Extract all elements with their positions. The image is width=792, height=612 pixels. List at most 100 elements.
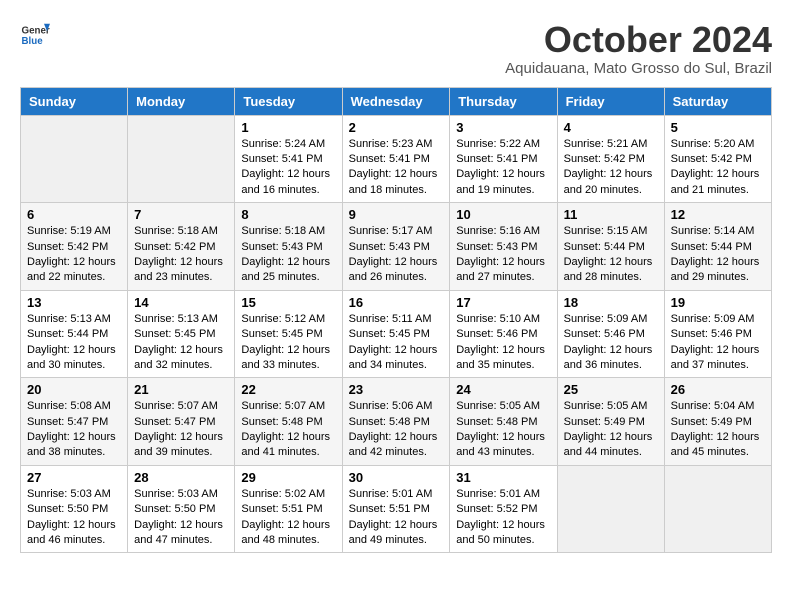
day-number: 22 xyxy=(241,382,335,397)
cell-content: Sunrise: 5:13 AM Sunset: 5:44 PM Dayligh… xyxy=(27,312,121,374)
day-number: 19 xyxy=(671,295,765,310)
cell-content: Sunrise: 5:07 AM Sunset: 5:47 PM Dayligh… xyxy=(134,399,228,461)
day-number: 17 xyxy=(456,295,550,310)
calendar-cell: 10 Sunrise: 5:16 AM Sunset: 5:43 PM Dayli… xyxy=(450,203,557,291)
cell-content: Sunrise: 5:16 AM Sunset: 5:43 PM Dayligh… xyxy=(456,224,550,286)
cell-content: Sunrise: 5:15 AM Sunset: 5:44 PM Dayligh… xyxy=(564,224,658,286)
cell-content: Sunrise: 5:01 AM Sunset: 5:51 PM Dayligh… xyxy=(349,487,444,549)
day-number: 6 xyxy=(27,207,121,222)
calendar-cell: 20 Sunrise: 5:08 AM Sunset: 5:47 PM Dayli… xyxy=(21,378,128,466)
cell-content: Sunrise: 5:09 AM Sunset: 5:46 PM Dayligh… xyxy=(671,312,765,374)
day-number: 11 xyxy=(564,207,658,222)
day-number: 9 xyxy=(349,207,444,222)
calendar-cell: 23 Sunrise: 5:06 AM Sunset: 5:48 PM Dayli… xyxy=(342,378,450,466)
calendar-cell: 2 Sunrise: 5:23 AM Sunset: 5:41 PM Daylig… xyxy=(342,115,450,203)
cell-content: Sunrise: 5:12 AM Sunset: 5:45 PM Dayligh… xyxy=(241,312,335,374)
day-number: 27 xyxy=(27,470,121,485)
cell-content: Sunrise: 5:09 AM Sunset: 5:46 PM Dayligh… xyxy=(564,312,658,374)
calendar-cell: 7 Sunrise: 5:18 AM Sunset: 5:42 PM Daylig… xyxy=(128,203,235,291)
day-number: 4 xyxy=(564,120,658,135)
calendar-cell: 3 Sunrise: 5:22 AM Sunset: 5:41 PM Daylig… xyxy=(450,115,557,203)
day-number: 21 xyxy=(134,382,228,397)
location-subtitle: Aquidauana, Mato Grosso do Sul, Brazil xyxy=(505,60,772,77)
cell-content: Sunrise: 5:22 AM Sunset: 5:41 PM Dayligh… xyxy=(456,137,550,199)
cell-content: Sunrise: 5:08 AM Sunset: 5:47 PM Dayligh… xyxy=(27,399,121,461)
calendar-cell xyxy=(128,115,235,203)
calendar-cell: 1 Sunrise: 5:24 AM Sunset: 5:41 PM Daylig… xyxy=(235,115,342,203)
calendar-cell: 26Sunrise: 5:04 AM Sunset: 5:49 PM Dayli… xyxy=(664,378,771,466)
logo-icon: General Blue xyxy=(20,20,50,50)
day-number: 25 xyxy=(564,382,658,397)
calendar-body: 1 Sunrise: 5:24 AM Sunset: 5:41 PM Daylig… xyxy=(21,115,772,553)
calendar-table: SundayMondayTuesdayWednesdayThursdayFrid… xyxy=(20,87,772,554)
calendar-cell xyxy=(664,465,771,553)
calendar-day-header: Tuesday xyxy=(235,87,342,115)
day-number: 20 xyxy=(27,382,121,397)
calendar-week-row: 13Sunrise: 5:13 AM Sunset: 5:44 PM Dayli… xyxy=(21,290,772,378)
calendar-cell: 18 Sunrise: 5:09 AM Sunset: 5:46 PM Dayli… xyxy=(557,290,664,378)
calendar-cell: 11 Sunrise: 5:15 AM Sunset: 5:44 PM Dayli… xyxy=(557,203,664,291)
calendar-cell: 9 Sunrise: 5:17 AM Sunset: 5:43 PM Daylig… xyxy=(342,203,450,291)
day-number: 5 xyxy=(671,120,765,135)
calendar-cell: 16 Sunrise: 5:11 AM Sunset: 5:45 PM Dayli… xyxy=(342,290,450,378)
cell-content: Sunrise: 5:02 AM Sunset: 5:51 PM Dayligh… xyxy=(241,487,335,549)
day-number: 10 xyxy=(456,207,550,222)
cell-content: Sunrise: 5:20 AM Sunset: 5:42 PM Dayligh… xyxy=(671,137,765,199)
day-number: 1 xyxy=(241,120,335,135)
day-number: 7 xyxy=(134,207,228,222)
calendar-cell: 15Sunrise: 5:12 AM Sunset: 5:45 PM Dayli… xyxy=(235,290,342,378)
cell-content: Sunrise: 5:03 AM Sunset: 5:50 PM Dayligh… xyxy=(27,487,121,549)
cell-content: Sunrise: 5:11 AM Sunset: 5:45 PM Dayligh… xyxy=(349,312,444,374)
calendar-cell: 30Sunrise: 5:01 AM Sunset: 5:51 PM Dayli… xyxy=(342,465,450,553)
calendar-day-header: Friday xyxy=(557,87,664,115)
calendar-cell: 4 Sunrise: 5:21 AM Sunset: 5:42 PM Daylig… xyxy=(557,115,664,203)
cell-content: Sunrise: 5:19 AM Sunset: 5:42 PM Dayligh… xyxy=(27,224,121,286)
svg-text:Blue: Blue xyxy=(22,36,44,47)
day-number: 28 xyxy=(134,470,228,485)
cell-content: Sunrise: 5:18 AM Sunset: 5:43 PM Dayligh… xyxy=(241,224,335,286)
calendar-cell: 24Sunrise: 5:05 AM Sunset: 5:48 PM Dayli… xyxy=(450,378,557,466)
day-number: 31 xyxy=(456,470,550,485)
day-number: 16 xyxy=(349,295,444,310)
cell-content: Sunrise: 5:24 AM Sunset: 5:41 PM Dayligh… xyxy=(241,137,335,199)
calendar-day-header: Thursday xyxy=(450,87,557,115)
day-number: 2 xyxy=(349,120,444,135)
calendar-week-row: 6 Sunrise: 5:19 AM Sunset: 5:42 PM Daylig… xyxy=(21,203,772,291)
calendar-cell: 8Sunrise: 5:18 AM Sunset: 5:43 PM Daylig… xyxy=(235,203,342,291)
calendar-day-header: Sunday xyxy=(21,87,128,115)
day-number: 3 xyxy=(456,120,550,135)
cell-content: Sunrise: 5:10 AM Sunset: 5:46 PM Dayligh… xyxy=(456,312,550,374)
calendar-week-row: 1 Sunrise: 5:24 AM Sunset: 5:41 PM Daylig… xyxy=(21,115,772,203)
cell-content: Sunrise: 5:05 AM Sunset: 5:48 PM Dayligh… xyxy=(456,399,550,461)
calendar-cell: 13Sunrise: 5:13 AM Sunset: 5:44 PM Dayli… xyxy=(21,290,128,378)
calendar-day-header: Monday xyxy=(128,87,235,115)
title-area: October 2024 Aquidauana, Mato Grosso do … xyxy=(505,20,772,77)
cell-content: Sunrise: 5:14 AM Sunset: 5:44 PM Dayligh… xyxy=(671,224,765,286)
logo: General Blue xyxy=(20,20,50,50)
day-number: 12 xyxy=(671,207,765,222)
calendar-cell: 25 Sunrise: 5:05 AM Sunset: 5:49 PM Dayli… xyxy=(557,378,664,466)
calendar-cell: 31 Sunrise: 5:01 AM Sunset: 5:52 PM Dayli… xyxy=(450,465,557,553)
day-number: 26 xyxy=(671,382,765,397)
calendar-cell xyxy=(557,465,664,553)
cell-content: Sunrise: 5:21 AM Sunset: 5:42 PM Dayligh… xyxy=(564,137,658,199)
calendar-cell: 14Sunrise: 5:13 AM Sunset: 5:45 PM Dayli… xyxy=(128,290,235,378)
day-number: 23 xyxy=(349,382,444,397)
day-number: 18 xyxy=(564,295,658,310)
header: General Blue October 2024 Aquidauana, Ma… xyxy=(20,20,772,77)
cell-content: Sunrise: 5:01 AM Sunset: 5:52 PM Dayligh… xyxy=(456,487,550,549)
cell-content: Sunrise: 5:17 AM Sunset: 5:43 PM Dayligh… xyxy=(349,224,444,286)
cell-content: Sunrise: 5:23 AM Sunset: 5:41 PM Dayligh… xyxy=(349,137,444,199)
calendar-cell: 17 Sunrise: 5:10 AM Sunset: 5:46 PM Dayli… xyxy=(450,290,557,378)
cell-content: Sunrise: 5:13 AM Sunset: 5:45 PM Dayligh… xyxy=(134,312,228,374)
calendar-day-header: Wednesday xyxy=(342,87,450,115)
month-title: October 2024 xyxy=(505,20,772,60)
cell-content: Sunrise: 5:06 AM Sunset: 5:48 PM Dayligh… xyxy=(349,399,444,461)
cell-content: Sunrise: 5:05 AM Sunset: 5:49 PM Dayligh… xyxy=(564,399,658,461)
cell-content: Sunrise: 5:03 AM Sunset: 5:50 PM Dayligh… xyxy=(134,487,228,549)
calendar-week-row: 20 Sunrise: 5:08 AM Sunset: 5:47 PM Dayli… xyxy=(21,378,772,466)
calendar-cell: 27 Sunrise: 5:03 AM Sunset: 5:50 PM Dayli… xyxy=(21,465,128,553)
cell-content: Sunrise: 5:18 AM Sunset: 5:42 PM Dayligh… xyxy=(134,224,228,286)
calendar-cell: 12 Sunrise: 5:14 AM Sunset: 5:44 PM Dayli… xyxy=(664,203,771,291)
calendar-cell: 29Sunrise: 5:02 AM Sunset: 5:51 PM Dayli… xyxy=(235,465,342,553)
